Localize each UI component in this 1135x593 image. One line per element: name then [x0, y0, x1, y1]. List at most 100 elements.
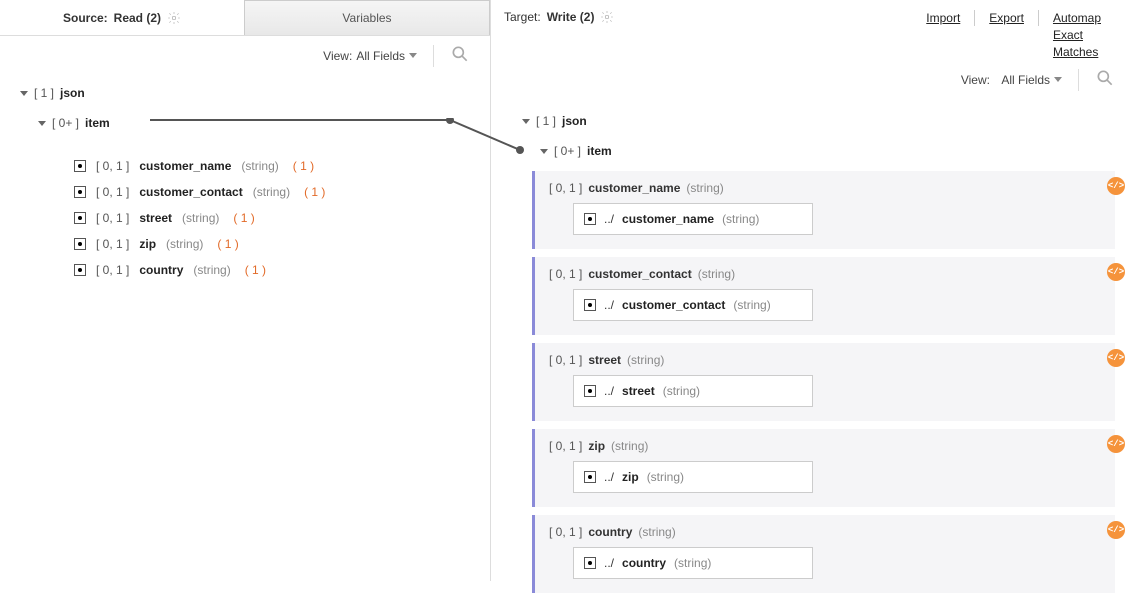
- search-icon[interactable]: [450, 44, 470, 67]
- mapping-expression[interactable]: ../ customer_contact (string): [573, 289, 813, 321]
- field-name: zip: [588, 439, 605, 453]
- automap-link-line1: Automap: [1053, 11, 1101, 25]
- variables-tab-label: Variables: [342, 11, 391, 25]
- target-field-box[interactable]: </> [ 0, 1 ] customer_contact (string) .…: [532, 257, 1115, 335]
- tree-node-item[interactable]: [ 0+ ] item: [540, 139, 1115, 163]
- field-type: (string): [611, 439, 648, 453]
- field-marker-icon: [584, 385, 596, 397]
- field-count: ( 1 ): [233, 211, 254, 225]
- automap-link[interactable]: Automap Exact Matches: [1039, 10, 1115, 60]
- mapping-expression[interactable]: ../ zip (string): [573, 461, 813, 493]
- tree-node-json[interactable]: [ 1 ] json: [522, 109, 1115, 133]
- field-type: (string): [253, 185, 290, 199]
- target-title: Write (2): [547, 10, 595, 24]
- field-count: ( 1 ): [245, 263, 266, 277]
- mapped-type: (string): [647, 470, 684, 484]
- view-value: All Fields: [356, 49, 405, 63]
- node-name: json: [60, 86, 85, 100]
- expression-icon[interactable]: </>: [1107, 263, 1125, 281]
- field-marker-icon: [74, 212, 86, 224]
- expression-icon[interactable]: </>: [1107, 435, 1125, 453]
- tree-node-json[interactable]: [ 1 ] json: [20, 81, 490, 105]
- occurrence: [ 0, 1 ]: [549, 353, 582, 367]
- occurrence: [ 0, 1 ]: [96, 211, 129, 225]
- mapping-expression[interactable]: ../ customer_name (string): [573, 203, 813, 235]
- node-name: json: [562, 114, 587, 128]
- occurrence: [ 0, 1 ]: [96, 237, 129, 251]
- variables-tab[interactable]: Variables: [244, 0, 490, 35]
- view-dropdown[interactable]: View: All Fields: [961, 73, 1062, 87]
- mapped-type: (string): [663, 384, 700, 398]
- field-name: street: [588, 353, 621, 367]
- field-marker-icon: [74, 160, 86, 172]
- expression-icon[interactable]: </>: [1107, 349, 1125, 367]
- view-label: View:: [961, 73, 990, 87]
- field-name: customer_contact: [139, 185, 242, 199]
- target-field-box[interactable]: </> [ 0, 1 ] country (string) ../ countr…: [532, 515, 1115, 593]
- gear-icon[interactable]: [600, 10, 614, 24]
- mapped-name: street: [622, 384, 655, 398]
- source-tab-label-prefix: Source:: [63, 11, 108, 25]
- occurrence: [ 0+ ]: [52, 116, 79, 130]
- field-row[interactable]: [ 0, 1 ] country (string) ( 1 ): [74, 257, 490, 283]
- mapped-name: country: [622, 556, 666, 570]
- expression-icon[interactable]: </>: [1107, 521, 1125, 539]
- chevron-down-icon[interactable]: [38, 121, 46, 126]
- field-name: customer_name: [139, 159, 231, 173]
- occurrence: [ 1 ]: [536, 114, 556, 128]
- field-type: (string): [193, 263, 230, 277]
- field-row[interactable]: [ 0, 1 ] zip (string) ( 1 ): [74, 231, 490, 257]
- path-prefix: ../: [604, 384, 614, 398]
- field-type: (string): [241, 159, 278, 173]
- expression-icon[interactable]: </>: [1107, 177, 1125, 195]
- gear-icon[interactable]: [167, 11, 181, 25]
- occurrence: [ 0, 1 ]: [549, 525, 582, 539]
- path-prefix: ../: [604, 470, 614, 484]
- chevron-down-icon[interactable]: [522, 119, 530, 124]
- target-field-box[interactable]: </> [ 0, 1 ] customer_name (string) ../ …: [532, 171, 1115, 249]
- divider: [1078, 69, 1079, 91]
- source-tab-label: Read (2): [114, 11, 161, 25]
- field-type: (string): [166, 237, 203, 251]
- chevron-down-icon[interactable]: [20, 91, 28, 96]
- field-name: country: [139, 263, 183, 277]
- import-link[interactable]: Import: [912, 10, 974, 27]
- occurrence: [ 0+ ]: [554, 144, 581, 158]
- occurrence: [ 0, 1 ]: [549, 439, 582, 453]
- occurrence: [ 0, 1 ]: [96, 159, 129, 173]
- node-name: item: [587, 144, 612, 158]
- mapping-expression[interactable]: ../ street (string): [573, 375, 813, 407]
- view-value: All Fields: [1001, 73, 1050, 87]
- view-label: View:: [323, 49, 352, 63]
- target-field-box[interactable]: </> [ 0, 1 ] street (string) ../ street …: [532, 343, 1115, 421]
- occurrence: [ 0, 1 ]: [96, 185, 129, 199]
- mapped-type: (string): [674, 556, 711, 570]
- occurrence: [ 1 ]: [34, 86, 54, 100]
- divider: [433, 45, 434, 67]
- target-field-box[interactable]: </> [ 0, 1 ] zip (string) ../ zip (strin…: [532, 429, 1115, 507]
- field-marker-icon: [584, 557, 596, 569]
- field-row[interactable]: [ 0, 1 ] customer_name (string) ( 1 ): [74, 153, 490, 179]
- source-tab[interactable]: Source: Read (2): [0, 0, 244, 35]
- tree-node-item[interactable]: [ 0+ ] item: [38, 111, 490, 135]
- field-row[interactable]: [ 0, 1 ] customer_contact (string) ( 1 ): [74, 179, 490, 205]
- view-dropdown[interactable]: View: All Fields: [323, 49, 417, 63]
- export-link[interactable]: Export: [975, 10, 1038, 27]
- occurrence: [ 0, 1 ]: [549, 181, 582, 195]
- chevron-down-icon: [409, 53, 417, 58]
- field-marker-icon: [74, 186, 86, 198]
- field-marker-icon: [584, 213, 596, 225]
- mapping-expression[interactable]: ../ country (string): [573, 547, 813, 579]
- path-prefix: ../: [604, 556, 614, 570]
- field-name: street: [139, 211, 172, 225]
- node-name: item: [85, 116, 110, 130]
- field-row[interactable]: [ 0, 1 ] street (string) ( 1 ): [74, 205, 490, 231]
- occurrence: [ 0, 1 ]: [96, 263, 129, 277]
- chevron-down-icon[interactable]: [540, 149, 548, 154]
- mapped-type: (string): [733, 298, 770, 312]
- field-type: (string): [638, 525, 675, 539]
- field-count: ( 1 ): [304, 185, 325, 199]
- search-icon[interactable]: [1095, 68, 1115, 91]
- automap-link-line3: Matches: [1053, 45, 1098, 59]
- target-title-prefix: Target:: [504, 10, 541, 24]
